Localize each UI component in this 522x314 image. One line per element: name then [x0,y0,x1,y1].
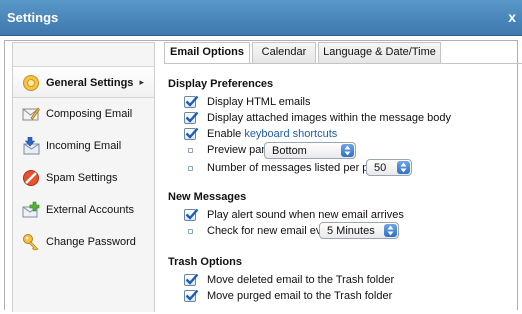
chevron-right-icon: ▸ [139,77,144,87]
tab-language-date-time[interactable]: Language & Date/Time [318,42,441,63]
compose-icon [22,105,40,123]
sidebar-item-incoming-email[interactable]: Incoming Email [13,130,154,162]
email-options-panel: Display Preferences Display HTML emails … [168,64,522,314]
sidebar-item-external-accounts[interactable]: External Accounts [13,194,154,226]
alert-sound-checkbox[interactable] [184,208,199,221]
keyboard-shortcuts-prefix: Enable [207,128,245,140]
select-updown-icon [341,144,354,157]
alert-sound-label: Play alert sound when new email arrives [207,209,404,221]
window-title: Settings [7,10,59,25]
general-settings-icon [22,74,40,92]
check-email-interval-value: 5 Minutes [327,225,375,237]
select-updown-icon [397,161,410,174]
sidebar-item-label: External Accounts [46,204,135,216]
sidebar-item-label: General Settings [46,77,134,89]
new-messages-heading: New Messages [168,191,247,203]
window-titlebar: Settings x [0,0,522,36]
settings-body: General Settings ▸ Composing Email Incom… [0,36,522,314]
incoming-email-icon [22,136,40,155]
move-deleted-checkbox[interactable] [184,273,199,286]
keyboard-shortcuts-label: Enable keyboard shortcuts [207,128,337,140]
preview-pane-value: Bottom [272,145,307,157]
check-email-interval-select[interactable]: 5 Minutes [319,222,399,239]
bullet-icon [188,229,193,234]
move-deleted-label: Move deleted email to the Trash folder [207,274,395,286]
close-icon[interactable]: x [508,9,516,25]
messages-per-page-label: Number of messages listed per page: [207,162,390,174]
display-images-label: Display attached images within the messa… [207,112,451,124]
sidebar-item-label: Incoming Email [46,140,122,152]
sidebar-item-spam-settings[interactable]: Spam Settings [13,162,154,194]
tab-calendar[interactable]: Calendar [252,42,316,63]
sidebar-item-label: Composing Email [46,108,133,120]
key-icon [22,233,40,251]
select-updown-icon [384,224,397,237]
sidebar-item-label: Change Password [46,236,136,248]
bullet-icon [188,166,193,171]
keyboard-shortcuts-link[interactable]: keyboard shortcuts [244,128,337,140]
sidebar-item-change-password[interactable]: Change Password [13,226,154,258]
keyboard-shortcuts-checkbox[interactable] [184,127,199,140]
display-html-checkbox[interactable] [184,95,199,108]
preview-pane-select[interactable]: Bottom [264,142,356,159]
move-purged-label: Move purged email to the Trash folder [207,290,393,302]
display-images-checkbox[interactable] [184,111,199,124]
display-preferences-heading: Display Preferences [168,78,274,90]
messages-per-page-select[interactable]: 50 [366,159,412,176]
messages-per-page-value: 50 [374,162,387,174]
spam-icon [22,169,40,187]
tab-email-options[interactable]: Email Options [164,42,250,64]
trash-options-heading: Trash Options [168,256,242,268]
sidebar-item-label: Spam Settings [46,172,118,184]
sidebar: General Settings ▸ Composing Email Incom… [12,42,155,312]
sidebar-item-general-settings[interactable]: General Settings ▸ [13,66,154,98]
move-purged-checkbox[interactable] [184,289,199,302]
sidebar-item-composing-email[interactable]: Composing Email [13,98,154,130]
display-html-label: Display HTML emails [207,96,311,108]
external-accounts-icon [22,201,40,219]
bullet-icon [188,148,193,153]
